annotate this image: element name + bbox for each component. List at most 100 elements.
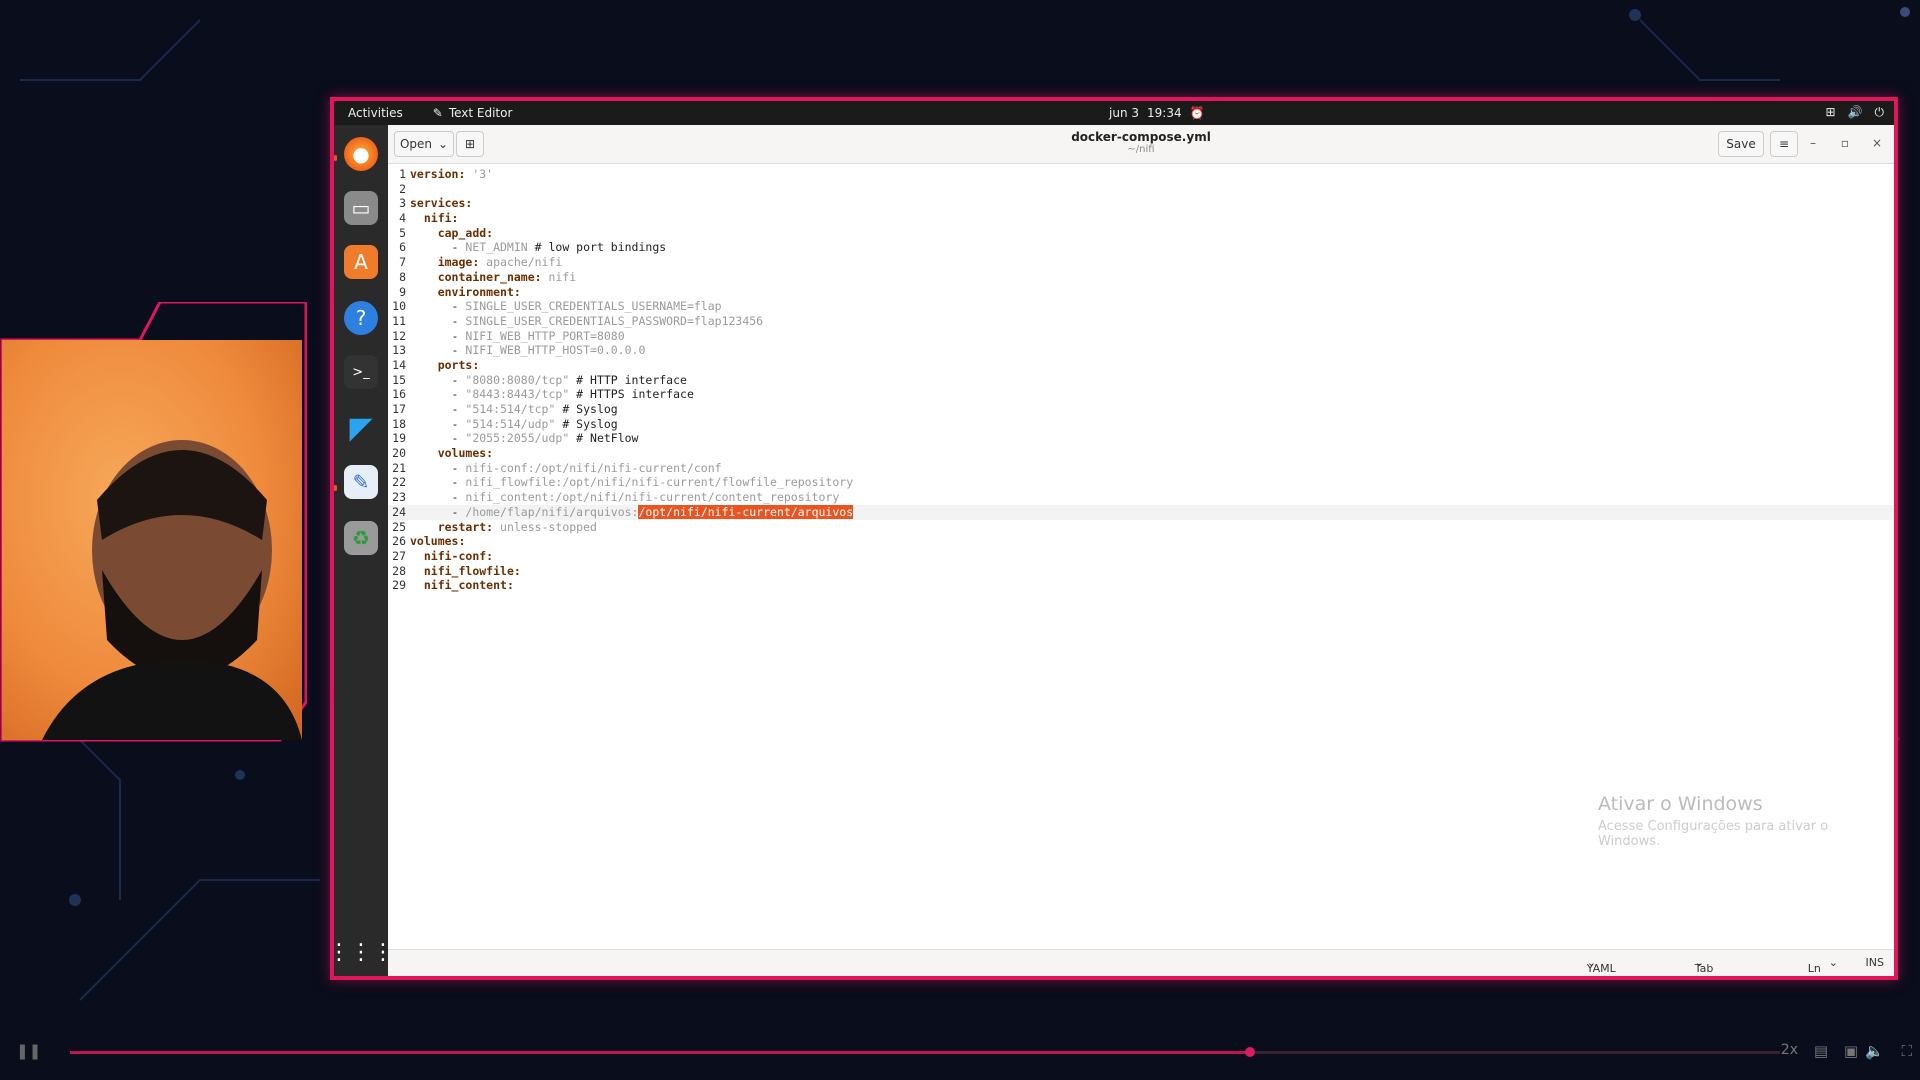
line-text: - "8080:8080/tcp" # HTTP interface [410, 373, 687, 388]
code-line[interactable]: 7 image: apache/nifi [388, 255, 1894, 270]
line-number: 8 [399, 269, 406, 284]
code-token: "514:514/tcp" [465, 402, 556, 416]
line-number: 25 [392, 519, 406, 534]
code-line[interactable]: 8 container_name: nifi [388, 270, 1894, 285]
line-text: - NIFI_WEB_HTTP_PORT=8080 [410, 329, 625, 344]
firefox-icon[interactable]: ● [344, 137, 378, 171]
code-token: - [410, 343, 466, 358]
code-line[interactable]: 10 - SINGLE_USER_CREDENTIALS_USERNAME=fl… [388, 299, 1894, 314]
code-line[interactable]: 16 - "8443:8443/tcp" # HTTPS interface [388, 387, 1894, 402]
captions-icon[interactable]: ▤ [1814, 1042, 1828, 1060]
system-tray[interactable]: ⊞ 🔊 ⏻ [1825, 105, 1884, 120]
top-bar: Activities ✎ Text Editor jun 3 19:34 ⏰ ⊞… [334, 101, 1894, 125]
cursor-position[interactable]: Ln 24, Col 34 ⌄ [1808, 956, 1838, 976]
code-line[interactable]: 23 - nifi_content:/opt/nifi/nifi-current… [388, 490, 1894, 505]
code-token: - [410, 372, 466, 387]
code-line[interactable]: 19 - "2055:2055/udp" # NetFlow [388, 431, 1894, 446]
line-text: - "514:514/udp" # Syslog [410, 417, 618, 432]
show-apps-icon[interactable]: ⋮⋮⋮ [334, 935, 394, 969]
help-icon[interactable]: ? [344, 301, 378, 335]
code-token: # Syslog [555, 416, 618, 431]
line-number: 23 [392, 490, 406, 505]
volume-control-icon[interactable]: 🔈 [1865, 1042, 1884, 1060]
code-line[interactable]: 15 - "8080:8080/tcp" # HTTP interface [388, 373, 1894, 388]
clock[interactable]: jun 3 19:34 ⏰ [1109, 106, 1205, 120]
app-name: Text Editor [448, 106, 513, 120]
line-number: 16 [392, 387, 406, 402]
code-line[interactable]: 6 - NET_ADMIN # low port bindings [388, 240, 1894, 255]
windows-activation-subtitle: Acesse Configurações para ativar o Windo… [1598, 819, 1829, 849]
code-line[interactable]: 9 environment: [388, 285, 1894, 300]
code-line[interactable]: 20 volumes: [388, 446, 1894, 461]
progress-knob[interactable] [1244, 1047, 1255, 1057]
code-line[interactable]: 26 volumes: [388, 534, 1894, 549]
terminal-icon[interactable]: >_ [344, 355, 378, 389]
windows-activation-title: Ativar o Windows [1598, 793, 1763, 815]
line-text: nifi_flowfile: [410, 564, 521, 579]
code-line[interactable]: 12 - NIFI_WEB_HTTP_PORT=8080 [388, 329, 1894, 344]
code-line[interactable]: 13 - NIFI_WEB_HTTP_HOST=0.0.0.0 [388, 343, 1894, 358]
text-editor-window: Open ⌄ ⊞ docker-compose.yml ~/nifi Save … [388, 125, 1894, 976]
close-icon[interactable]: × [1868, 136, 1886, 150]
speed-button[interactable]: 2x [1781, 1042, 1798, 1058]
code-line[interactable]: 25 restart: unless-stopped [388, 520, 1894, 535]
insert-mode[interactable]: INS [1866, 956, 1884, 969]
network-icon: ⊞ [1825, 105, 1836, 119]
code-line[interactable]: 1 version: '3' [388, 167, 1894, 182]
time-label: 19:34 [1147, 106, 1182, 120]
code-line[interactable]: 28 nifi_flowfile: [388, 564, 1894, 579]
line-text: nifi: [410, 211, 459, 226]
code-line[interactable]: 11 - SINGLE_USER_CREDENTIALS_PASSWORD=fl… [388, 314, 1894, 329]
code-line[interactable]: 22 - nifi_flowfile:/opt/nifi/nifi-curren… [388, 475, 1894, 490]
code-line[interactable]: 5 cap_add: [388, 226, 1894, 241]
vscode-icon[interactable]: ◤ [344, 411, 378, 446]
code-line[interactable]: 4 nifi: [388, 211, 1894, 226]
code-line[interactable]: 18 - "514:514/udp" # Syslog [388, 417, 1894, 432]
code-line[interactable]: 21 - nifi-conf:/opt/nifi/nifi-current/co… [388, 461, 1894, 476]
line-number: 17 [392, 402, 406, 416]
header-bar: Open ⌄ ⊞ docker-compose.yml ~/nifi Save … [388, 125, 1894, 164]
line-text: environment: [410, 285, 521, 300]
progress-bar[interactable] [70, 1047, 1780, 1057]
line-text: ports: [410, 358, 480, 373]
code-line[interactable]: 29 nifi_content: [388, 578, 1894, 593]
activities-button[interactable]: Activities [348, 106, 403, 120]
code-token: - [410, 475, 466, 490]
line-number: 27 [392, 548, 406, 563]
code-line[interactable]: 14 ports: [388, 358, 1894, 373]
files-icon[interactable]: ▭ [344, 191, 378, 225]
line-text: restart: unless-stopped [410, 520, 597, 535]
text-editor-dock-icon[interactable]: ✎ [344, 465, 378, 499]
code-line[interactable]: 24 - /home/flap/nifi/arquivos:/opt/nifi/… [388, 504, 1894, 520]
minimize-icon[interactable]: – [1804, 136, 1822, 150]
date-label: jun 3 [1109, 106, 1139, 120]
code-token: nifi_content: [423, 578, 514, 593]
code-line[interactable]: 3 services: [388, 196, 1894, 211]
line-number: 6 [399, 240, 406, 255]
code-line[interactable]: 27 nifi-conf: [388, 549, 1894, 564]
maximize-icon[interactable]: ▫ [1836, 136, 1854, 150]
pause-icon[interactable]: ❚❚ [16, 1042, 41, 1060]
tab-width-selector[interactable]: Tab Width: 8 ⌄ [1695, 956, 1731, 976]
line-text: - "514:514/tcp" # Syslog [410, 402, 618, 417]
trash-icon[interactable]: ♻ [344, 521, 378, 555]
line-text: - nifi_flowfile:/opt/nifi/nifi-current/f… [410, 475, 854, 490]
menu-button[interactable]: ≡ [1770, 131, 1798, 157]
pip-icon[interactable]: ▣ [1844, 1042, 1858, 1060]
code-line[interactable]: 17 - "514:514/tcp" # Syslog [388, 402, 1894, 417]
video-player-bar: ❚❚ 2x ▤ ▣ 🔈 ⛶ [0, 1030, 1920, 1080]
text-editor-icon: ✎ [432, 106, 443, 120]
app-menu[interactable]: ✎ Text Editor [433, 106, 513, 120]
ubuntu-software-icon[interactable]: A [344, 245, 378, 279]
code-token: # low port bindings [527, 240, 667, 255]
save-button[interactable]: Save [1718, 131, 1764, 157]
fullscreen-icon[interactable]: ⛶ [1901, 1042, 1912, 1060]
language-selector[interactable]: YAML ⌄ [1587, 956, 1616, 975]
running-indicator [334, 155, 337, 161]
code-line[interactable]: 2 [388, 182, 1894, 197]
webcam-overlay [0, 302, 307, 742]
code-token: nifi-conf: [423, 548, 494, 563]
